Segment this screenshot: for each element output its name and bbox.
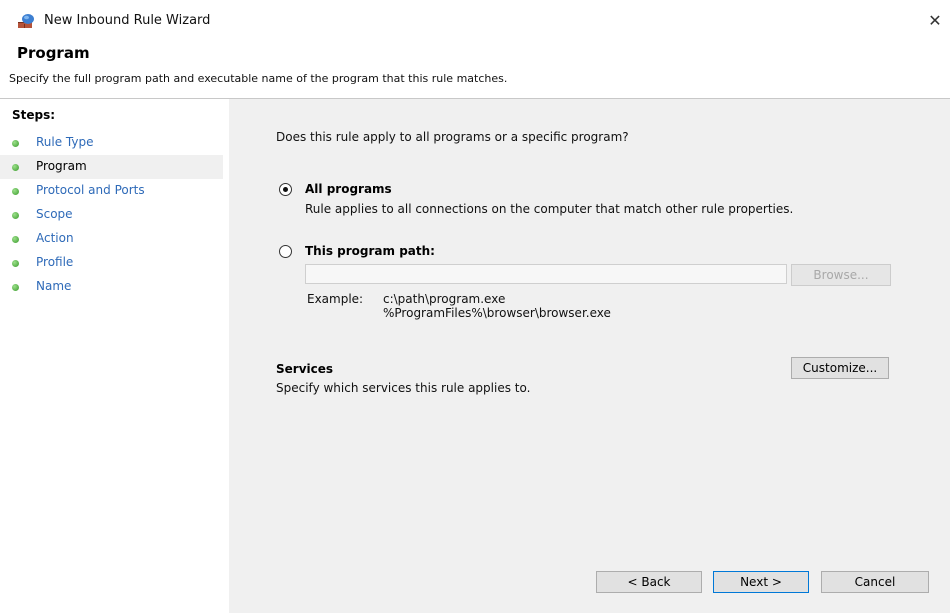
page-subtitle: Specify the full program path and execut… bbox=[9, 72, 508, 85]
page-title: Program bbox=[17, 44, 90, 62]
steps-heading: Steps: bbox=[12, 108, 56, 122]
customize-button[interactable]: Customize... bbox=[791, 357, 889, 379]
services-description: Specify which services this rule applies… bbox=[276, 381, 531, 395]
window-title: New Inbound Rule Wizard bbox=[44, 13, 211, 28]
next-button[interactable]: Next > bbox=[713, 571, 809, 593]
step-profile[interactable]: Profile bbox=[0, 251, 223, 275]
browse-button[interactable]: Browse... bbox=[791, 264, 891, 286]
scope-question: Does this rule apply to all programs or … bbox=[276, 130, 629, 144]
example-line: %ProgramFiles%\browser\browser.exe bbox=[383, 306, 611, 320]
all-programs-description: Rule applies to all connections on the c… bbox=[305, 202, 794, 216]
wizard-content: Does this rule apply to all programs or … bbox=[229, 99, 950, 613]
step-label: Profile bbox=[36, 255, 74, 269]
step-label: Program bbox=[36, 159, 87, 173]
step-label: Rule Type bbox=[36, 135, 94, 149]
back-button[interactable]: < Back bbox=[596, 571, 702, 593]
step-label: Name bbox=[36, 279, 72, 293]
steps-sidebar: Steps: Rule Type Program Protocol and Po… bbox=[0, 99, 229, 613]
step-bullet-icon bbox=[12, 140, 19, 147]
firewall-wizard-icon bbox=[18, 14, 34, 28]
step-scope[interactable]: Scope bbox=[0, 203, 223, 227]
cancel-button[interactable]: Cancel bbox=[821, 571, 929, 593]
step-action[interactable]: Action bbox=[0, 227, 223, 251]
step-program[interactable]: Program bbox=[0, 155, 223, 179]
example-line: c:\path\program.exe bbox=[383, 292, 506, 306]
step-bullet-icon bbox=[12, 212, 19, 219]
program-path-label[interactable]: This program path: bbox=[305, 244, 435, 258]
step-name[interactable]: Name bbox=[0, 275, 223, 299]
program-path-input[interactable] bbox=[305, 264, 787, 284]
all-programs-radio[interactable] bbox=[279, 183, 292, 196]
step-label: Scope bbox=[36, 207, 73, 221]
example-label: Example: bbox=[307, 292, 364, 306]
step-bullet-icon bbox=[12, 188, 19, 195]
step-rule-type[interactable]: Rule Type bbox=[0, 131, 223, 155]
step-label: Protocol and Ports bbox=[36, 183, 145, 197]
step-bullet-icon bbox=[12, 236, 19, 243]
step-bullet-icon bbox=[12, 284, 19, 291]
step-label: Action bbox=[36, 231, 74, 245]
all-programs-label[interactable]: All programs bbox=[305, 182, 392, 196]
close-button[interactable]: ✕ bbox=[920, 8, 950, 34]
step-protocol-and-ports[interactable]: Protocol and Ports bbox=[0, 179, 223, 203]
services-title: Services bbox=[276, 362, 334, 376]
step-bullet-icon bbox=[12, 260, 19, 267]
step-bullet-icon bbox=[12, 164, 19, 171]
title-bar: New Inbound Rule Wizard ✕ bbox=[0, 0, 950, 40]
close-icon: ✕ bbox=[928, 11, 942, 30]
program-path-radio[interactable] bbox=[279, 245, 292, 258]
